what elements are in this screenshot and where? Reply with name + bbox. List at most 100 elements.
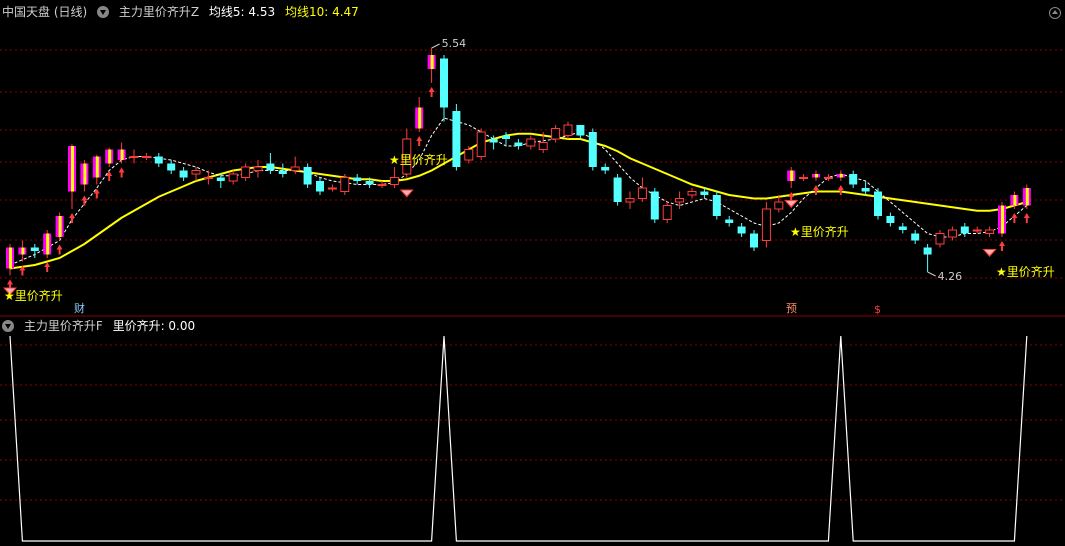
candle-body-24 (303, 167, 312, 185)
oscillator-value: 里价齐升: 0.00 (112, 319, 196, 333)
candle-body-37 (464, 149, 474, 161)
candle-body-59 (737, 226, 746, 234)
candle-core-67 (839, 174, 843, 178)
candle-body-42 (526, 138, 536, 147)
candle-body-27 (340, 177, 350, 192)
candle-core-63 (790, 170, 794, 181)
candle-core-82 (1025, 188, 1029, 206)
candle-body-36 (452, 111, 461, 167)
indicator-name-2[interactable]: 主力里价齐升F (24, 319, 103, 333)
candle-body-58 (725, 219, 734, 223)
top-header: 中国天盘 (日线) 主力里价齐升Z 均线5: 4.53 均线10: 4.47 (2, 4, 365, 20)
low-leader (927, 271, 936, 277)
candle-body-18 (228, 173, 238, 182)
candle-body-70 (874, 191, 882, 216)
signal-arrow-34 (428, 87, 435, 97)
candle-core-0 (9, 247, 12, 269)
candle-body-60 (750, 233, 758, 248)
signal-arrow-5 (69, 213, 75, 223)
oscillator-series (9, 335, 1028, 542)
signal-arrow-9 (118, 167, 125, 178)
candle-body-25 (316, 181, 324, 192)
ma10-label: 均线10: 4.47 (284, 5, 359, 19)
oscillator-line (9, 335, 1028, 542)
candle-body-20 (253, 166, 263, 171)
candle-body-55 (687, 191, 697, 196)
candle-body-73 (911, 233, 920, 241)
candle-body-56 (700, 191, 709, 195)
candle-body-11 (141, 156, 151, 158)
stock-title: 中国天盘 (日线) (2, 5, 88, 19)
candle-body-78 (972, 229, 982, 232)
signal-text-3: ★里价齐升 (996, 264, 1055, 279)
candle-body-76 (947, 229, 957, 238)
candle-body-35 (440, 58, 448, 108)
grid-lines (0, 49, 1065, 501)
candle-body-16 (203, 177, 213, 179)
candle-body-23 (290, 166, 300, 171)
signal-text-2: ★里价齐升 (790, 224, 849, 239)
candle-body-57 (712, 195, 721, 216)
high-leader (431, 43, 440, 49)
indicator-menu-icon[interactable] (97, 6, 110, 18)
candle-body-21 (266, 163, 275, 171)
candle-core-8 (108, 149, 112, 164)
candle-body-52 (650, 191, 659, 220)
candle-body-69 (861, 188, 870, 192)
candle-core-65 (815, 174, 818, 178)
bottom-header: 主力里价齐升F 里价齐升: 0.00 (2, 318, 201, 334)
ma5-label: 均线5: 4.53 (208, 5, 276, 19)
candle-body-53 (662, 205, 672, 220)
candle-body-15 (191, 170, 201, 175)
candle-body-29 (365, 181, 374, 185)
candle-body-10 (129, 156, 139, 158)
candle-body-51 (637, 187, 647, 199)
indicator-name[interactable]: 主力里价齐升Z (119, 5, 199, 19)
candle-body-44 (551, 128, 561, 140)
candle-body-40 (502, 135, 510, 139)
indicator-menu-icon-2[interactable] (2, 320, 14, 332)
candle-body-68 (849, 174, 858, 185)
candle-body-71 (886, 216, 895, 223)
candle-core-81 (1013, 195, 1017, 206)
candle-body-39 (489, 139, 498, 143)
collapse-icon[interactable] (1049, 7, 1061, 19)
candle-body-61 (761, 208, 771, 241)
candle-core-34 (430, 55, 434, 69)
candle-body-2 (30, 247, 39, 251)
signal-arrow-82 (1023, 213, 1030, 223)
high-label: 5.54 (442, 37, 467, 50)
candle-body-64 (799, 177, 809, 179)
badge-s: $ (874, 303, 881, 316)
candle-body-22 (278, 170, 287, 174)
candle-body-30 (377, 184, 387, 186)
candle-body-17 (216, 177, 225, 181)
signal-markers (3, 87, 1030, 296)
candle-body-19 (241, 166, 251, 178)
candle-body-75 (935, 233, 945, 245)
badge-cai: 财 (74, 301, 85, 315)
candle-body-38 (476, 131, 486, 157)
candle-core-7 (95, 156, 99, 178)
signal-text-1: ★里价齐升 (389, 152, 448, 167)
candle-body-14 (179, 170, 188, 178)
candle-body-79 (985, 229, 995, 234)
signal-arrow-80 (999, 241, 1005, 251)
badge-yu: 预 (786, 302, 797, 315)
signal-arrow-4 (56, 244, 63, 255)
candle-body-31 (389, 177, 399, 185)
low-label: 4.26 (938, 270, 963, 283)
signal-arrow-6 (81, 195, 88, 206)
candle-body-45 (563, 124, 573, 136)
candle-core-3 (46, 233, 50, 255)
candle-body-48 (601, 167, 610, 171)
chart-canvas: ★里价齐升 ★里价齐升 ★里价齐升 ★里价齐升 5.54 4.26 财 预 $ (0, 37, 1065, 542)
candle-body-12 (154, 156, 163, 164)
signal-arrow-81 (1011, 213, 1018, 223)
candle-core-5 (71, 146, 74, 192)
candle-body-49 (613, 177, 622, 202)
signal-arrow-8 (106, 171, 113, 181)
candle-body-62 (774, 201, 784, 210)
candle-body-41 (514, 142, 523, 146)
candle-core-4 (58, 216, 62, 237)
